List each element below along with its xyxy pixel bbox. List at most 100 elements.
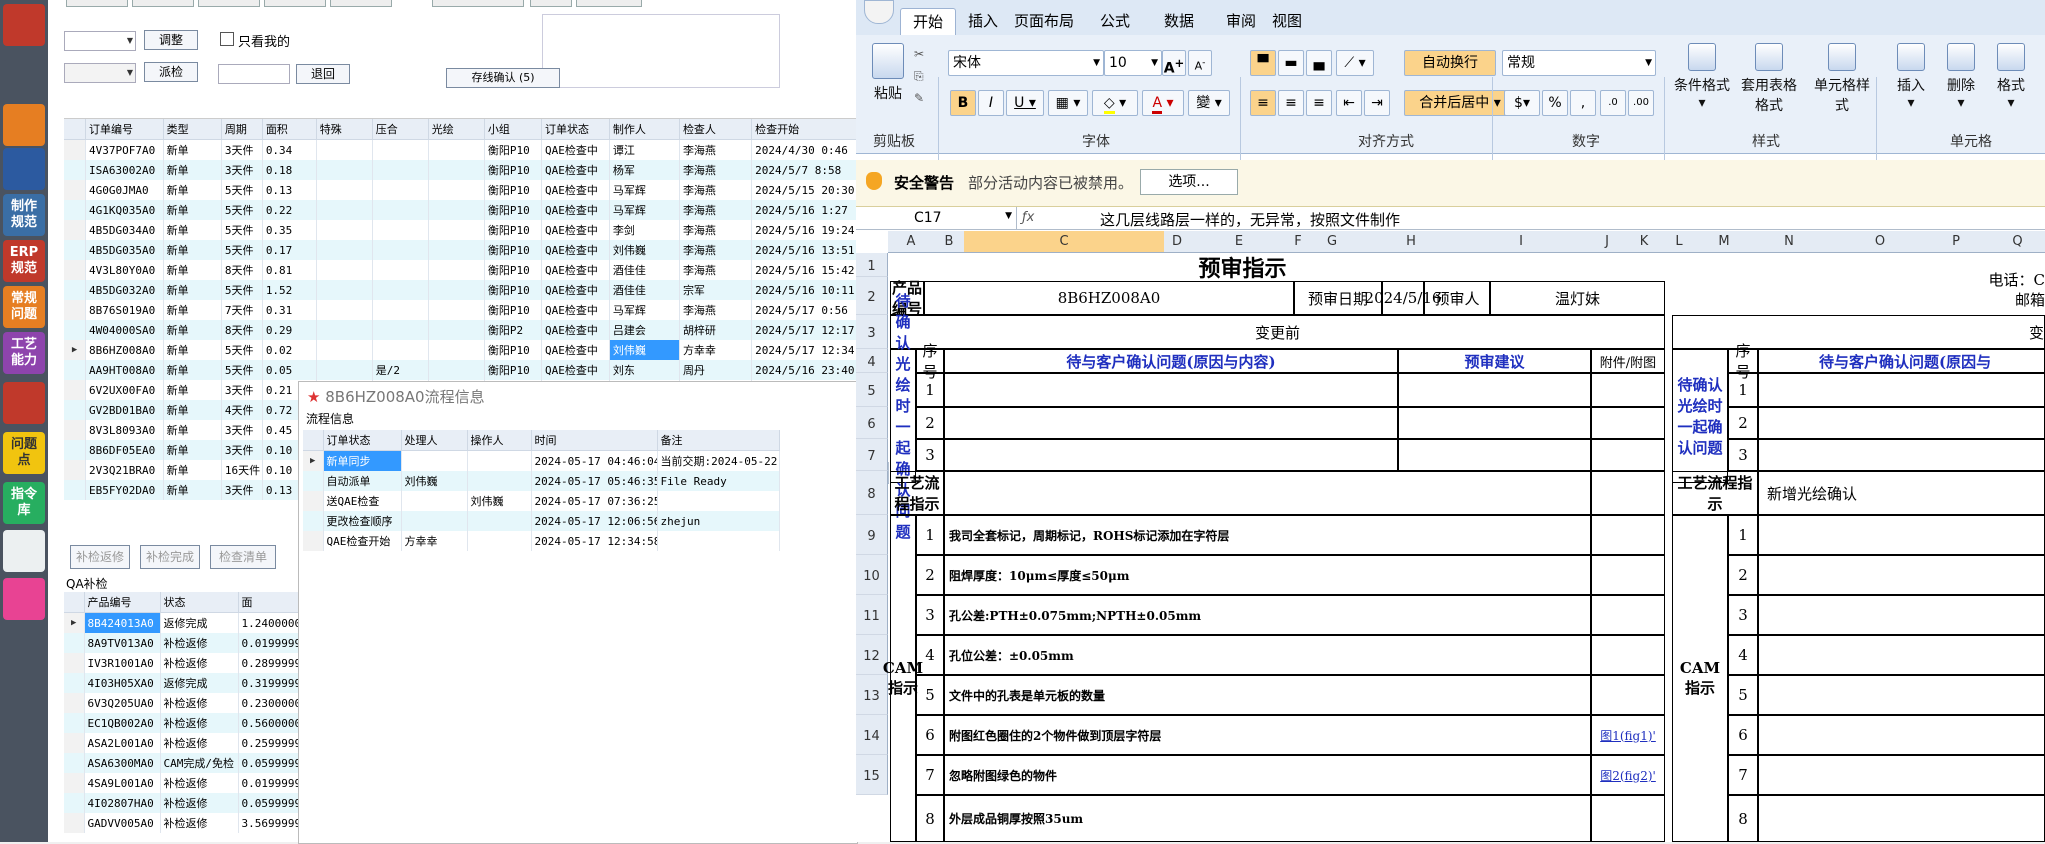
spreadsheet-grid[interactable]: A B C D E F G H I J K L M N O P Q 1 2 3 4 5 6 7 8 9 10 11 12 13 14 15 预审… [856, 231, 2045, 842]
row-selector[interactable] [303, 511, 324, 531]
right-cam-cell[interactable] [1758, 675, 2045, 715]
row-selector[interactable] [303, 531, 324, 551]
column-header[interactable]: 面积 [262, 119, 317, 140]
right-cam-cell[interactable] [1758, 515, 2045, 555]
paste-button[interactable]: 粘贴 [868, 43, 908, 103]
column-header[interactable]: A [888, 231, 935, 253]
right-question-cell[interactable] [1758, 407, 2045, 439]
row-header[interactable]: 7 [856, 439, 888, 471]
reviewer-name[interactable]: 温灯妹 [1490, 281, 1665, 315]
column-header[interactable]: G [1308, 231, 1357, 253]
align-left-button[interactable]: ≡ [1250, 90, 1276, 116]
clipboard-small-icons[interactable]: ✂ ⎘ ✎ [914, 43, 924, 109]
decrease-indent-button[interactable]: ⇤ [1336, 90, 1362, 116]
row-selector[interactable] [64, 773, 85, 793]
only-mine-checkbox[interactable] [220, 32, 234, 46]
row-selector[interactable] [64, 793, 85, 813]
launcher-button[interactable]: 工艺能力 [3, 332, 45, 374]
column-header[interactable]: J [1576, 231, 1639, 253]
cam-seq-cell[interactable]: 2 [916, 555, 944, 595]
column-header[interactable]: 订单状态 [541, 119, 610, 140]
status-select[interactable]: ▼ [64, 63, 136, 83]
launcher-button[interactable]: ERP规范 [3, 240, 45, 282]
pending-question-header[interactable]: 待与客户确认问题(原因与内容) [944, 349, 1398, 373]
order-row[interactable]: ▶ 8B6HZ008A0 新单 5天件 0.02 衡阳P10 QAE检查中 刘伟巍 方幸幸 202… [64, 340, 856, 360]
app-logo-icon[interactable] [3, 4, 45, 46]
right-cam-cell[interactable] [1758, 715, 2045, 755]
cam-link-cell[interactable] [1591, 675, 1665, 715]
order-row[interactable]: 4B5DG035A0 新单 5天件 0.17 衡阳P10 QAE检查中 刘伟巍 李海燕 2024… [64, 240, 856, 260]
top-tab-button[interactable] [264, 0, 326, 7]
cam-link-cell[interactable]: 图1(fig1)' [1591, 715, 1665, 755]
qa-row[interactable]: 4I03H05XA0 返修完成 0.3199999 [64, 673, 298, 693]
row-selector[interactable] [64, 360, 87, 380]
format-cells-button[interactable]: 格式 ▾ [1986, 43, 2036, 111]
column-header[interactable]: 压合 [372, 119, 429, 140]
column-header[interactable]: 产品编号 [84, 592, 161, 613]
launcher-button[interactable]: 制作规范 [3, 194, 45, 236]
qa-row[interactable]: 4I02807HA0 补检返修 0.0599999 [64, 793, 298, 813]
column-header[interactable]: 处理人 [401, 430, 468, 451]
ribbon-tab[interactable]: 视图 [1260, 8, 1314, 34]
launcher-button[interactable]: 问题点 [3, 432, 45, 474]
row-header[interactable]: 3 [856, 315, 888, 349]
underline-button[interactable]: U ▾ [1006, 90, 1044, 116]
order-row[interactable]: 4G1KQ035A0 新单 5天件 0.22 衡阳P10 QAE检查中 马军辉 李海燕 2024… [64, 200, 856, 220]
row-selector[interactable]: ▶ [303, 450, 324, 471]
question-cell[interactable] [944, 373, 1398, 407]
seq-cell[interactable]: 3 [916, 439, 944, 471]
wrap-text-button[interactable]: 自动换行 [1404, 50, 1496, 76]
column-header[interactable]: L [1650, 231, 1709, 253]
column-header[interactable]: O [1838, 231, 1923, 253]
cam-seq-cell[interactable]: 8 [916, 795, 944, 842]
row-selector[interactable] [64, 139, 87, 160]
before-change-label[interactable]: 变更前 [890, 315, 1665, 349]
row-header[interactable]: 14 [856, 715, 888, 755]
top-tab-button[interactable] [530, 0, 572, 7]
row-selector[interactable] [64, 260, 87, 280]
row-header[interactable]: 2 [856, 277, 888, 315]
product-number[interactable]: 8B6HZ008A0 [924, 281, 1294, 315]
row-selector[interactable] [64, 653, 85, 673]
italic-button[interactable]: I [978, 90, 1004, 116]
pie-chart-icon[interactable] [3, 104, 45, 146]
font-size-select[interactable]: 10 ▼ [1104, 50, 1162, 76]
orientation-button[interactable]: ⟋ ▾ [1336, 50, 1374, 76]
attachment-cell[interactable] [1591, 373, 1665, 407]
mail-label[interactable]: 邮箱 [1826, 289, 2045, 309]
cam-instruction-cell[interactable]: 忽略附图绿色的物件 [944, 755, 1591, 795]
cam-instruction-cell[interactable]: 文件中的孔表是单元板的数量 [944, 675, 1591, 715]
process-cell[interactable] [944, 471, 1591, 515]
right-cam-cell[interactable] [1758, 555, 2045, 595]
row-selector[interactable]: ▶ [64, 340, 87, 360]
column-header[interactable]: 备注 [657, 430, 780, 451]
right-seq-header[interactable]: 序号 [1728, 342, 1758, 381]
launcher-button[interactable]: 指令库 [3, 482, 45, 524]
top-tab-button[interactable] [432, 0, 524, 7]
row-selector[interactable] [64, 300, 87, 320]
row-header[interactable]: 5 [856, 373, 888, 407]
cam-instruction-cell[interactable]: 附图红色圈住的2个物件做到顶层字符层 [944, 715, 1591, 755]
row-header[interactable]: 8 [856, 471, 888, 515]
calendar-icon[interactable] [3, 530, 45, 572]
save-disk-icon[interactable] [3, 148, 45, 190]
top-tab-button[interactable] [576, 0, 642, 7]
question-cell[interactable] [944, 439, 1398, 471]
right-cam-seq-cell[interactable]: 8 [1728, 795, 1758, 842]
cam-seq-cell[interactable]: 4 [916, 635, 944, 675]
border-button[interactable]: ▦ ▾ [1048, 90, 1088, 116]
cam-instruction-cell[interactable]: 阻焊厚度：10μm≤厚度≤50μm [944, 555, 1591, 595]
order-row[interactable]: 4V37POF7A0 新单 3天件 0.34 衡阳P10 QAE检查中 谭江 李海燕 2024/… [64, 139, 856, 160]
right-seq-cell[interactable]: 2 [1728, 407, 1758, 439]
seq-header[interactable]: 序号 [916, 342, 944, 381]
grow-font-button[interactable]: A+ [1162, 50, 1186, 77]
top-tab-button[interactable] [330, 0, 392, 7]
row-selector[interactable] [64, 753, 85, 773]
row-selector[interactable] [64, 460, 87, 480]
qa-row[interactable]: 8A9TV013A0 补检返修 0.0199999 [64, 633, 298, 653]
cam-seq-cell[interactable]: 3 [916, 595, 944, 635]
top-tab-button[interactable] [198, 0, 260, 7]
cam-link-cell[interactable] [1591, 595, 1665, 635]
seq-cell[interactable]: 1 [916, 373, 944, 407]
right-cam-seq-cell[interactable]: 4 [1728, 635, 1758, 675]
